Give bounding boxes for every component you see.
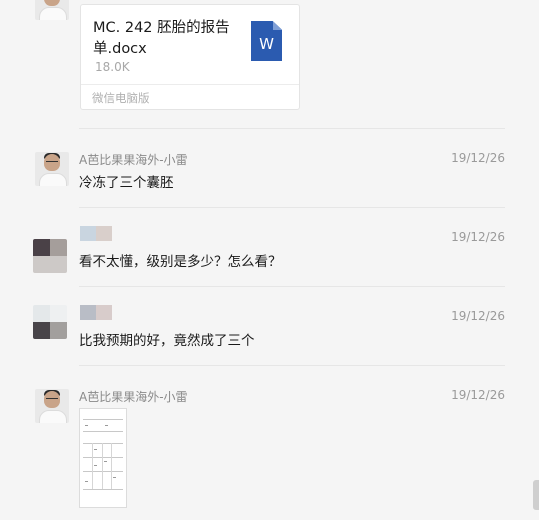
divider [79,207,505,208]
avatar-shirt [39,7,67,20]
doc-column [102,443,103,489]
doc-text [94,449,97,450]
doc-column [92,443,93,489]
file-footer: 微信电脑版 [81,84,299,109]
avatar-pixel [50,239,67,256]
image-thumbnail[interactable] [79,408,127,508]
avatar[interactable] [33,305,67,339]
doc-text [85,425,88,426]
doc-text [94,465,97,466]
doc-line [83,419,123,420]
doc-text [113,477,116,478]
message-text[interactable]: 比我预期的好，竟然成了三个 [79,329,255,349]
avatar-pixel [33,256,50,273]
avatar-glasses [46,398,58,402]
doc-line [83,457,123,458]
doc-text [85,481,88,482]
avatar-glasses [46,161,58,165]
doc-text [104,461,107,462]
avatar-pixel [50,256,67,273]
blur-block [80,226,96,241]
blur-block [96,226,112,241]
doc-column [111,443,112,489]
divider [79,286,505,287]
doc-line [83,443,123,444]
avatar-face [44,0,60,6]
word-doc-icon: W [251,21,282,61]
avatar-pixel [50,322,67,339]
avatar[interactable] [35,389,69,423]
sender-name-blurred[interactable] [80,305,112,320]
divider [79,365,505,366]
doc-line [83,489,123,490]
sender-name[interactable]: A芭比果果海外-小雷 [79,151,188,168]
blur-block [80,305,96,320]
file-size: 18.0K [95,60,130,74]
file-source: 微信电脑版 [92,91,150,105]
message-time: 19/12/26 [451,151,505,165]
avatar[interactable] [33,239,67,273]
page-fold [273,21,282,30]
file-name: MC. 242 胚胎的报告单.docx [93,20,230,57]
avatar-pixel [50,305,67,322]
doc-text [105,425,108,426]
message-text[interactable]: 看不太懂，级别是多少？怎么看？ [79,250,282,270]
doc-line [83,431,123,432]
avatar-pixel [33,322,50,339]
message-time: 19/12/26 [451,230,505,244]
blur-block [96,305,112,320]
message-time: 19/12/26 [451,309,505,323]
sender-name[interactable]: A芭比果果海外-小雷 [79,388,188,405]
message-time: 19/12/26 [451,388,505,402]
avatar[interactable] [35,152,69,186]
avatar-pixel [33,239,50,256]
sender-name-blurred[interactable] [80,226,112,241]
avatar-shirt [39,173,67,186]
divider [79,128,505,129]
avatar-pixel [33,305,50,322]
message-text[interactable]: 冷冻了三个囊胚 [79,171,174,191]
avatar-shirt [39,410,67,423]
file-card[interactable]: MC. 242 胚胎的报告单.docx 18.0K W 微信电脑版 [80,4,300,110]
avatar-top[interactable] [35,0,69,20]
scrollbar-thumb[interactable] [533,480,539,510]
doc-line [83,471,123,472]
word-letter: W [259,35,274,53]
